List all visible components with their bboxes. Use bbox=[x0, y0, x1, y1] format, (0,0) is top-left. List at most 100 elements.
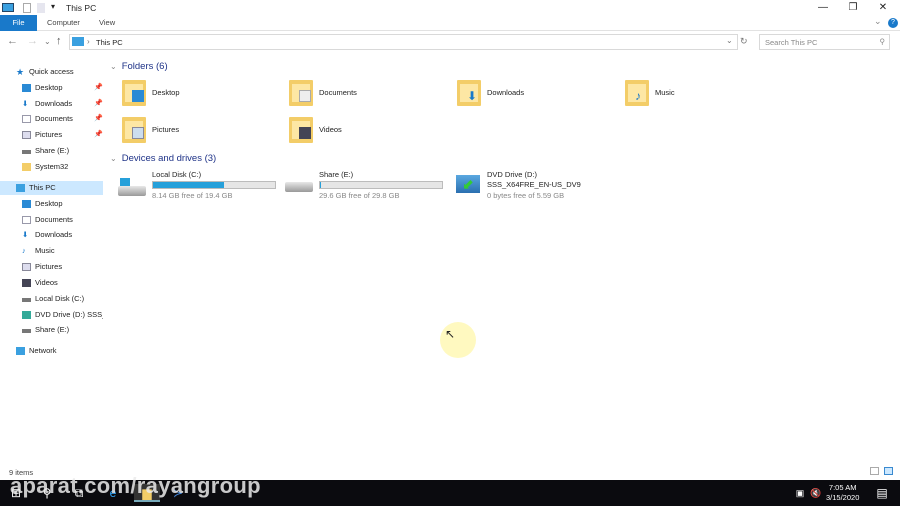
label: Music bbox=[35, 246, 55, 255]
mouse-cursor-icon: ↖ bbox=[445, 327, 456, 341]
maximize-button[interactable]: ❐ bbox=[838, 1, 868, 14]
label: Desktop bbox=[35, 83, 63, 92]
download-icon: ⬇ bbox=[467, 89, 478, 103]
label: System32 bbox=[35, 162, 69, 171]
sidebar-this-pc[interactable]: This PC bbox=[0, 181, 103, 195]
customize-qat-icon[interactable]: ▾ bbox=[51, 2, 55, 11]
action-center-icon[interactable]: ▤ bbox=[873, 484, 891, 502]
ribbon-tabs: File Computer View ⌄ ? bbox=[0, 15, 900, 31]
drive-icon bbox=[22, 329, 31, 333]
label: Desktop bbox=[35, 199, 63, 208]
dvd-icon: ⬋ bbox=[456, 175, 480, 193]
label: Videos bbox=[319, 125, 342, 134]
sidebar-item-local-disk[interactable]: Local Disk (C:) bbox=[0, 292, 103, 306]
drive-name: Local Disk (C:) bbox=[152, 170, 202, 179]
label: Documents bbox=[35, 114, 73, 123]
label: Downloads bbox=[35, 230, 73, 239]
sidebar-item-music[interactable]: ♪ Music bbox=[0, 244, 103, 258]
search-placeholder: Search This PC bbox=[765, 38, 818, 47]
sidebar-item-system32[interactable]: System32 bbox=[0, 160, 103, 174]
tab-computer[interactable]: Computer bbox=[39, 15, 88, 31]
sidebar-item-videos[interactable]: Videos bbox=[0, 276, 103, 290]
tab-file[interactable]: File bbox=[0, 15, 37, 31]
minimize-button[interactable]: — bbox=[808, 1, 838, 14]
label: Documents bbox=[319, 88, 357, 97]
drive-free-space: 29.6 GB free of 29.8 GB bbox=[319, 191, 400, 200]
label: This PC bbox=[29, 183, 56, 192]
ribbon-expand-icon[interactable]: ⌄ bbox=[874, 16, 882, 27]
sidebar-item-pictures[interactable]: Pictures bbox=[0, 260, 103, 274]
sidebar-item-desktop[interactable]: Desktop bbox=[0, 197, 103, 211]
label: Music bbox=[655, 88, 675, 97]
date: 3/15/2020 bbox=[826, 493, 860, 502]
label: Folders (6) bbox=[121, 61, 168, 72]
pictures-icon bbox=[22, 131, 31, 139]
sidebar-item-desktop[interactable]: Desktop 📌 bbox=[0, 81, 103, 95]
new-folder-icon[interactable] bbox=[37, 3, 45, 13]
address-dropdown-icon[interactable]: ⌄ bbox=[726, 36, 733, 45]
label: Local Disk (C:) bbox=[35, 294, 85, 303]
sidebar-item-dvd-drive[interactable]: DVD Drive (D:) SSS_X bbox=[0, 308, 103, 322]
label: Share (E:) bbox=[35, 146, 70, 155]
address-bar[interactable]: › This PC ⌄ bbox=[69, 34, 738, 50]
drive-dvd-d[interactable]: ⬋ DVD Drive (D:) SSS_X64FRE_EN-US_DV9 0 … bbox=[453, 170, 618, 200]
breadcrumb-separator-icon: › bbox=[87, 37, 90, 46]
pictures-icon bbox=[22, 263, 31, 271]
forward-button[interactable]: → bbox=[27, 35, 38, 47]
sidebar-item-share[interactable]: Share (E:) bbox=[0, 323, 103, 337]
videos-icon bbox=[299, 127, 311, 139]
properties-icon[interactable] bbox=[23, 3, 31, 13]
up-button[interactable]: ↑ bbox=[56, 35, 62, 47]
music-icon: ♪ bbox=[22, 246, 26, 255]
hard-drive-icon bbox=[118, 186, 146, 196]
label: Desktop bbox=[152, 88, 180, 97]
drive-share-e[interactable]: Share (E:) 29.6 GB free of 29.8 GB bbox=[285, 170, 450, 200]
sidebar-item-share[interactable]: Share (E:) bbox=[0, 144, 103, 158]
back-button[interactable]: ← bbox=[7, 35, 18, 47]
desktop-icon bbox=[132, 90, 144, 102]
documents-icon bbox=[22, 115, 31, 123]
refresh-button[interactable]: ↻ bbox=[740, 36, 748, 47]
tab-view[interactable]: View bbox=[91, 15, 123, 31]
search-icon: ⚲ bbox=[879, 37, 886, 46]
videos-icon bbox=[22, 279, 31, 287]
sidebar-item-pictures[interactable]: Pictures 📌 bbox=[0, 128, 103, 142]
drive-usage-bar bbox=[319, 181, 443, 189]
volume-muted-icon[interactable]: 🔇 bbox=[807, 484, 825, 502]
sidebar-item-downloads[interactable]: ⬇ Downloads bbox=[0, 228, 103, 242]
chevron-down-icon: ⌄ bbox=[110, 62, 117, 71]
chevron-down-icon: ⌄ bbox=[110, 154, 117, 163]
network-icon bbox=[16, 347, 25, 355]
drive-icon bbox=[22, 298, 31, 302]
desktop-icon bbox=[22, 84, 31, 92]
sidebar-item-documents[interactable]: Documents 📌 bbox=[0, 112, 103, 126]
window-title: This PC bbox=[66, 3, 97, 13]
details-view-button[interactable] bbox=[870, 467, 879, 475]
sidebar-item-documents[interactable]: Documents bbox=[0, 213, 103, 227]
close-button[interactable]: ✕ bbox=[868, 1, 898, 14]
large-icons-view-button[interactable] bbox=[884, 467, 893, 475]
desktop-icon bbox=[22, 200, 31, 208]
sidebar-quick-access[interactable]: ★ Quick access bbox=[0, 65, 103, 79]
time: 7:05 AM bbox=[828, 483, 857, 492]
sidebar-item-downloads[interactable]: ⬇ Downloads 📌 bbox=[0, 97, 103, 111]
breadcrumb-this-pc[interactable]: This PC bbox=[96, 38, 123, 47]
hard-drive-icon bbox=[285, 182, 313, 192]
download-icon: ⬇ bbox=[22, 99, 29, 108]
search-input[interactable]: Search This PC ⚲ bbox=[759, 34, 890, 50]
documents-icon bbox=[299, 90, 311, 102]
this-pc-icon bbox=[72, 37, 84, 46]
pictures-icon bbox=[132, 127, 144, 139]
clock[interactable]: 7:05 AM 3/15/2020 bbox=[826, 483, 859, 503]
drive-local-disk-c[interactable]: Local Disk (C:) 8.14 GB free of 19.4 GB bbox=[118, 170, 283, 200]
recent-locations-button[interactable]: ⌄ bbox=[44, 37, 51, 46]
label: DVD Drive (D:) SSS_X bbox=[35, 310, 103, 319]
drive-label: SSS_X64FRE_EN-US_DV9 bbox=[487, 180, 581, 189]
sidebar-network[interactable]: Network bbox=[0, 344, 103, 358]
star-icon: ★ bbox=[16, 67, 25, 77]
drive-icon bbox=[22, 150, 31, 154]
help-button[interactable]: ? bbox=[888, 18, 898, 28]
drives-group-header[interactable]: ⌄ Devices and drives (3) bbox=[110, 153, 216, 164]
this-pc-icon bbox=[16, 184, 25, 192]
folders-group-header[interactable]: ⌄ Folders (6) bbox=[110, 61, 168, 72]
